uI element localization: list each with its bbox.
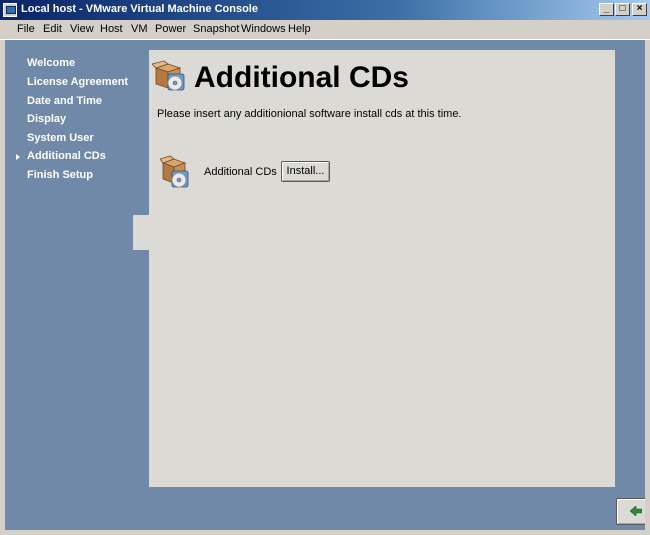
menu-vm[interactable]: VM: [131, 23, 148, 35]
page-description: Please insert any additionional software…: [157, 108, 462, 120]
setup-steps-sidebar: Welcome License Agreement Date and Time …: [5, 40, 133, 530]
vm-console-screen[interactable]: Welcome License Agreement Date and Time …: [5, 40, 645, 530]
menu-help[interactable]: Help: [288, 23, 311, 35]
sidebar-item-system-user: System User: [27, 132, 94, 144]
sidebar-item-license-agreement: License Agreement: [27, 76, 129, 88]
package-cd-icon: [152, 60, 185, 91]
package-cd-icon: [160, 155, 189, 188]
current-step-arrow-icon: [16, 154, 20, 160]
sidebar-item-additional-cds: Additional CDs: [27, 150, 106, 162]
sidebar-item-welcome: Welcome: [27, 57, 76, 69]
menu-power[interactable]: Power: [155, 23, 186, 35]
maximize-button[interactable]: □: [615, 3, 630, 16]
window-titlebar[interactable]: Local host - VMware Virtual Machine Cons…: [0, 0, 650, 20]
menu-host[interactable]: Host: [100, 23, 123, 35]
menu-windows[interactable]: Windows: [241, 23, 286, 35]
sidebar-item-display: Display: [27, 113, 67, 125]
menu-bar: File Edit View Host VM Power Snapshot Wi…: [0, 20, 650, 40]
menu-file[interactable]: File: [17, 23, 35, 35]
additional-cds-label: Additional CDs: [204, 166, 277, 178]
minimize-button[interactable]: _: [599, 3, 614, 16]
install-button[interactable]: Install...: [281, 161, 330, 182]
menu-snapshot[interactable]: Snapshot: [193, 23, 239, 35]
menu-edit[interactable]: Edit: [43, 23, 62, 35]
close-button[interactable]: ×: [632, 3, 647, 16]
sidebar-item-finish-setup: Finish Setup: [27, 169, 93, 181]
sidebar-item-date-and-time: Date and Time: [27, 95, 102, 107]
back-button[interactable]: Back: [616, 498, 645, 525]
page-title: Additional CDs: [194, 61, 409, 94]
menu-view[interactable]: View: [70, 23, 94, 35]
content-panel: Additional CDs Please insert any additio…: [149, 50, 645, 525]
window-title: Local host - VMware Virtual Machine Cons…: [21, 3, 258, 15]
active-step-notch: [133, 215, 149, 250]
arrow-left-icon: [629, 505, 643, 517]
vmware-app-icon: [3, 3, 17, 17]
